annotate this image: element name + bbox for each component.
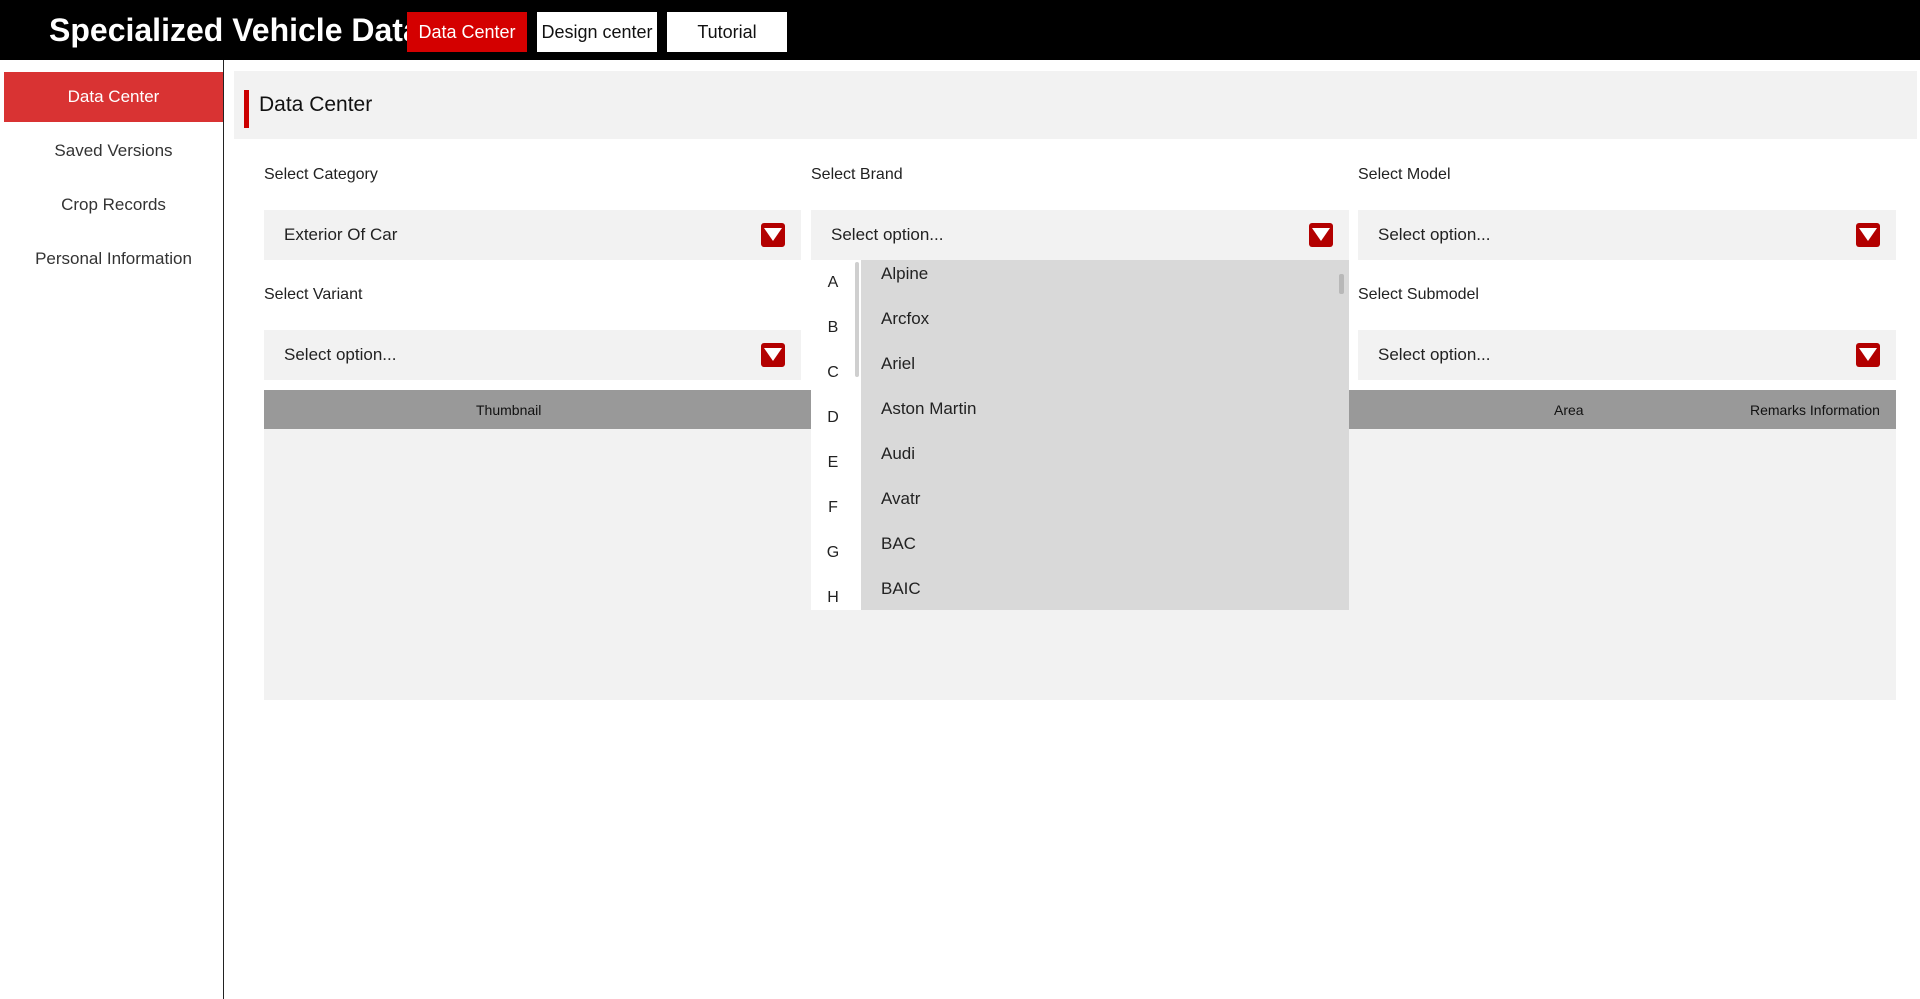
submodel-label: Select Submodel — [1358, 286, 1479, 303]
model-select[interactable]: Select option... — [1358, 210, 1896, 260]
category-select-value: Exterior Of Car — [284, 225, 398, 244]
brand-dropdown[interactable]: A B C D E F G H Alpine Arcfox Ariel Asto… — [811, 260, 1349, 610]
caret-down-icon[interactable] — [1309, 223, 1333, 247]
caret-down-icon[interactable] — [761, 223, 785, 247]
model-select-value: Select option... — [1378, 225, 1491, 244]
brand-option[interactable]: Audi — [881, 444, 915, 464]
sidebar-item-personal-information[interactable]: Personal Information — [4, 234, 223, 284]
submodel-select-value: Select option... — [1378, 345, 1491, 364]
variant-select[interactable]: Select option... — [264, 330, 801, 380]
app-title: Specialized Vehicle Data — [49, 12, 421, 48]
variant-label: Select Variant — [264, 286, 363, 303]
letter-index-scrollbar[interactable] — [855, 262, 859, 377]
brand-option[interactable]: Alpine — [881, 264, 928, 284]
brand-options-scrollbar[interactable] — [1339, 274, 1344, 294]
brand-select-value: Select option... — [831, 225, 944, 244]
top-bar: Specialized Vehicle Data Data Center Des… — [0, 0, 1920, 60]
brand-options-list: Alpine Arcfox Ariel Aston Martin Audi Av… — [861, 260, 1349, 610]
letter-index-item[interactable]: E — [811, 453, 855, 473]
category-select[interactable]: Exterior Of Car — [264, 210, 801, 260]
model-label: Select Model — [1358, 166, 1451, 183]
letter-index-item[interactable]: G — [811, 543, 855, 563]
brand-option[interactable]: BAC — [881, 534, 916, 554]
letter-index: A B C D E F G H — [811, 260, 861, 610]
caret-down-icon[interactable] — [1856, 343, 1880, 367]
brand-label: Select Brand — [811, 166, 903, 183]
nav-data-center-button[interactable]: Data Center — [407, 12, 527, 52]
letter-index-item[interactable]: H — [811, 588, 855, 608]
brand-option[interactable]: Aston Martin — [881, 399, 976, 419]
section-header: Data Center — [234, 71, 1917, 139]
section-accent-bar — [244, 90, 249, 128]
variant-select-value: Select option... — [284, 345, 397, 364]
column-header-area: Area — [1554, 402, 1584, 418]
page-title: Data Center — [259, 93, 373, 116]
brand-option[interactable]: Ariel — [881, 354, 915, 374]
letter-index-item[interactable]: C — [811, 363, 855, 383]
letter-index-item[interactable]: D — [811, 408, 855, 428]
column-header-thumbnail: Thumbnail — [476, 402, 542, 418]
brand-select[interactable]: Select option... — [811, 210, 1349, 260]
letter-index-item[interactable]: F — [811, 498, 855, 518]
caret-down-icon[interactable] — [761, 343, 785, 367]
sidebar: Data Center Saved Versions Crop Records … — [0, 60, 224, 999]
nav-tutorial-button[interactable]: Tutorial — [667, 12, 787, 52]
caret-down-icon[interactable] — [1856, 223, 1880, 247]
letter-index-item[interactable]: A — [811, 273, 855, 293]
submodel-select[interactable]: Select option... — [1358, 330, 1896, 380]
column-header-remarks: Remarks Information — [1750, 402, 1880, 418]
sidebar-item-saved-versions[interactable]: Saved Versions — [4, 126, 223, 176]
nav-design-center-button[interactable]: Design center — [537, 12, 657, 52]
letter-index-item[interactable]: B — [811, 318, 855, 338]
sidebar-item-data-center[interactable]: Data Center — [4, 72, 223, 122]
sidebar-item-crop-records[interactable]: Crop Records — [4, 180, 223, 230]
brand-option[interactable]: Arcfox — [881, 309, 929, 329]
brand-option[interactable]: BAIC — [881, 579, 921, 599]
brand-option[interactable]: Avatr — [881, 489, 920, 509]
category-label: Select Category — [264, 166, 378, 183]
